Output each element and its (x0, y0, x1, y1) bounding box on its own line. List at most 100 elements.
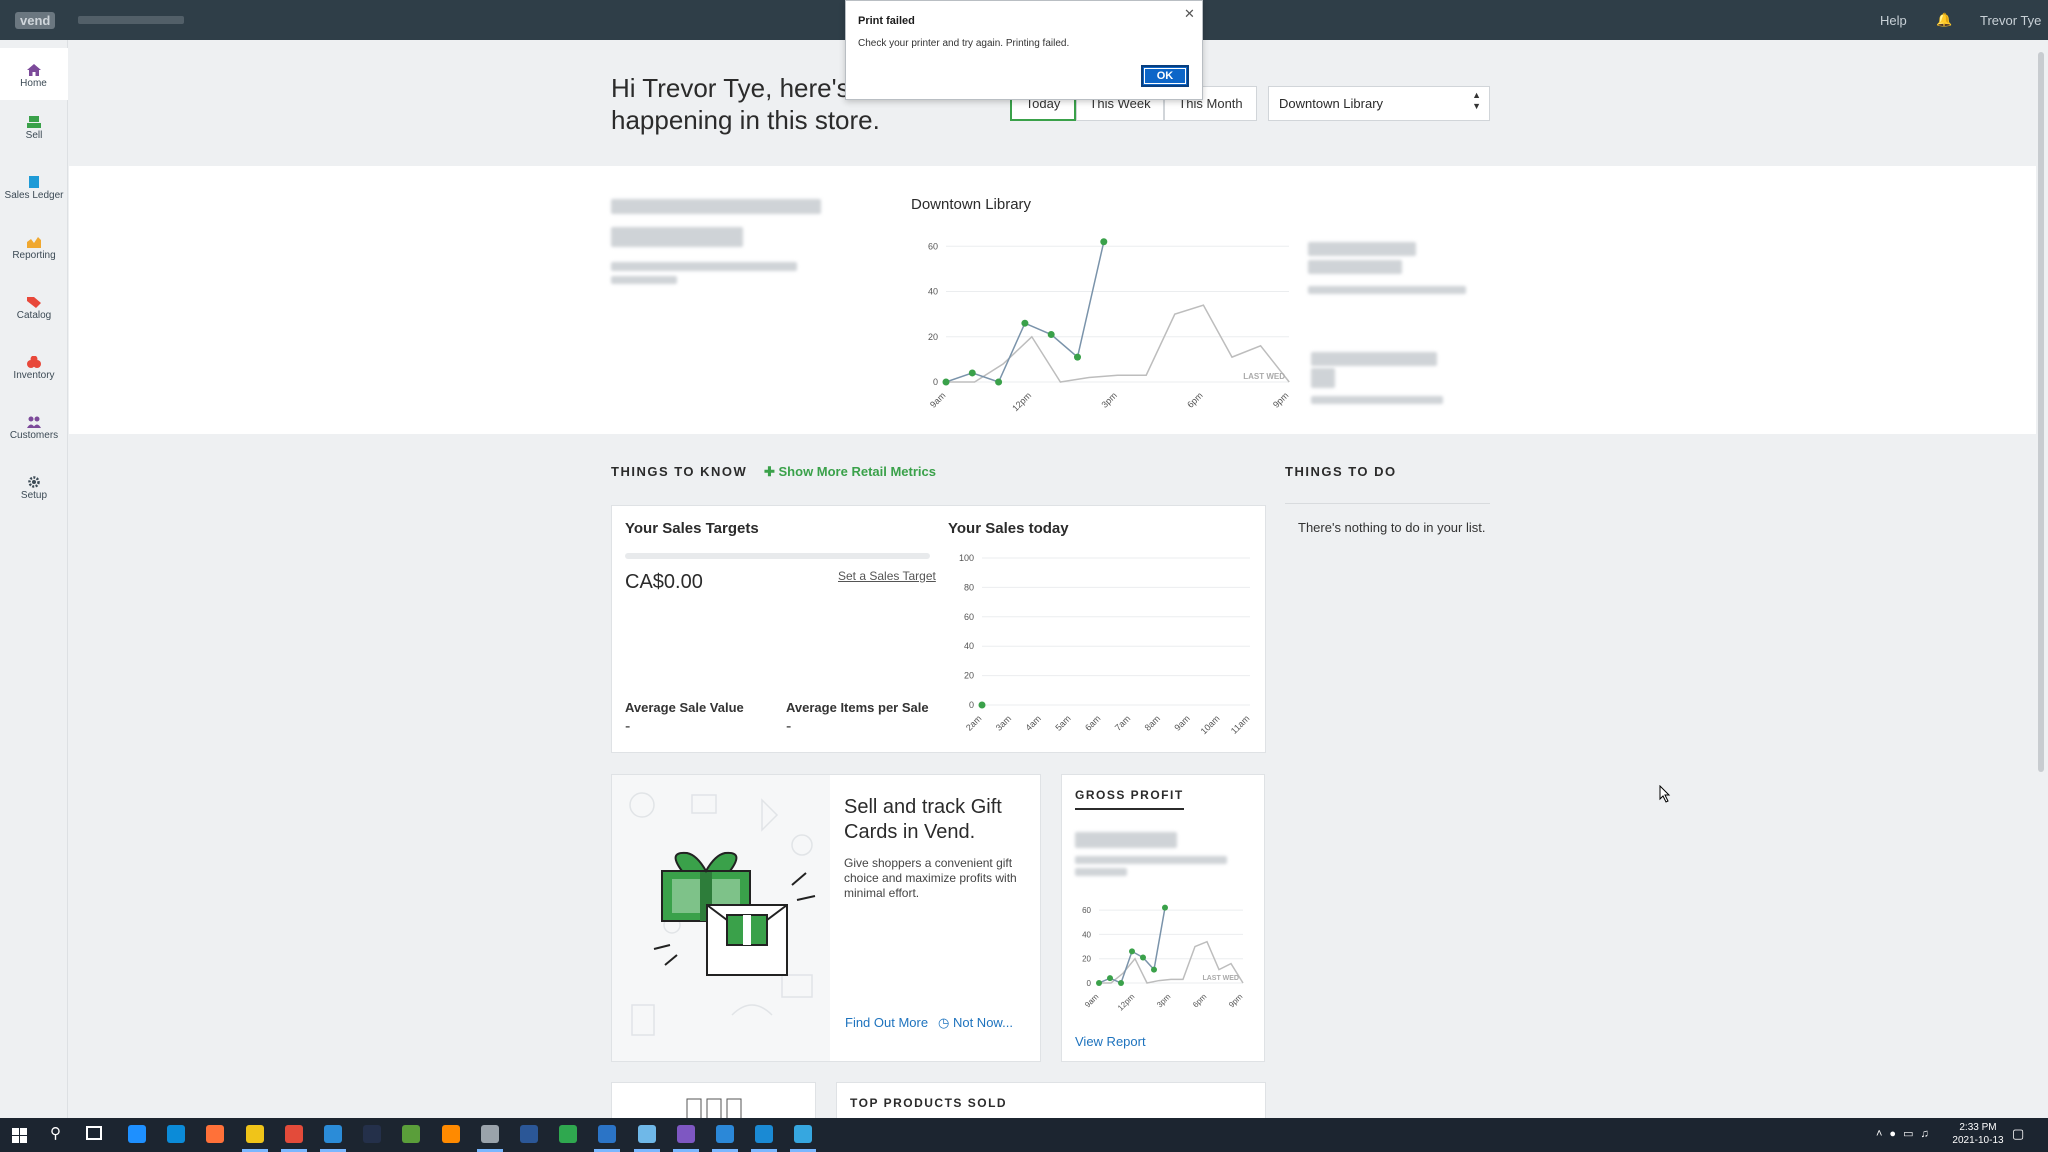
redacted-text (611, 199, 821, 214)
sidebar-item-setup[interactable]: Setup (0, 476, 68, 501)
set-sales-target-link[interactable]: Set a Sales Target (838, 569, 936, 583)
promo-card (611, 1082, 816, 1122)
windows-start-icon[interactable] (12, 1128, 28, 1144)
reporting-icon (27, 237, 41, 248)
doodle-background (612, 775, 830, 1061)
avg-items-label: Average Items per Sale (786, 700, 929, 715)
redacted-store-name (78, 16, 184, 24)
sidebar-item-label: Customers (9, 430, 59, 441)
app-icon[interactable] (402, 1125, 421, 1143)
redacted-text (1311, 368, 1335, 388)
avg-sale-value: - (625, 718, 631, 735)
x-tick-label: 8am (1143, 713, 1162, 732)
ok-button[interactable]: OK (1141, 65, 1189, 87)
app-icon[interactable] (598, 1125, 617, 1143)
task-view-icon[interactable] (86, 1126, 102, 1140)
chat-icon[interactable] (559, 1125, 578, 1143)
terminal-icon[interactable] (363, 1125, 382, 1143)
x-tick-label: 9am (1172, 713, 1191, 732)
sidebar-item-sell[interactable]: Sell (0, 116, 68, 141)
gift-card-description: Give shoppers a convenient gift choice a… (844, 856, 1017, 900)
todo-empty-message: There's nothing to do in your list. (1298, 520, 1486, 535)
sidebar-item-home[interactable]: Home (0, 48, 68, 100)
system-tray[interactable]: ˄●▭♫ (1876, 1127, 1936, 1140)
chart-title: Downtown Library (911, 196, 1032, 213)
view-report-link[interactable]: View Report (1075, 1034, 1146, 1049)
firefox-icon[interactable] (206, 1125, 225, 1143)
data-point (1021, 319, 1029, 327)
y-tick-label: 100 (959, 553, 974, 563)
clock-date: 2021-10-13 (1952, 1135, 2004, 1146)
sales-today-title: Your Sales today (948, 520, 1069, 537)
sidebar-item-label: Home (20, 78, 47, 89)
not-now-label: Not Now... (952, 1015, 1013, 1030)
series-line-current (945, 241, 1105, 383)
mail-icon[interactable] (716, 1125, 734, 1143)
x-tick-label: 12pm (1010, 390, 1033, 413)
x-tick-label: 11am (1229, 713, 1252, 736)
file-explorer-icon[interactable] (245, 1125, 264, 1143)
notification-icon[interactable]: ▢ (2012, 1126, 2024, 1142)
annotation-label: LAST WED (1243, 372, 1285, 381)
x-tick-label: 9pm (1227, 992, 1245, 1010)
bell-icon[interactable]: 🔔 (1936, 12, 1952, 28)
vscode-icon[interactable] (755, 1125, 774, 1143)
x-tick-label: 9am (928, 390, 947, 409)
print-failed-dialog: Print failed ✕ Check your printer and tr… (845, 0, 1203, 100)
y-tick-label: 0 (969, 700, 974, 710)
redacted-text (1075, 832, 1177, 848)
y-tick-label: 80 (964, 582, 974, 592)
x-tick-label: 7am (1113, 713, 1132, 732)
data-point (995, 378, 1003, 386)
x-tick-label: 2am (964, 713, 983, 732)
data-point (1162, 904, 1168, 911)
app-icon[interactable] (520, 1125, 538, 1143)
sidebar-item-sales-ledger[interactable]: Sales Ledger (0, 176, 68, 201)
app-icon[interactable] (637, 1125, 656, 1143)
sidebar-item-catalog[interactable]: Catalog (0, 296, 68, 321)
redacted-text (611, 227, 743, 247)
user-menu[interactable]: Trevor Tye (1980, 13, 2041, 28)
edge-icon[interactable] (167, 1125, 186, 1143)
dialog-title: Print failed (858, 15, 915, 27)
search-icon[interactable]: ⚲ (50, 1124, 61, 1142)
sublime-icon[interactable] (441, 1125, 460, 1143)
sidebar-item-reporting[interactable]: Reporting (0, 236, 68, 261)
inventory-icon (27, 356, 41, 368)
data-point (1096, 980, 1102, 986)
divider (1285, 503, 1490, 504)
sidebar-item-customers[interactable]: Customers (0, 416, 68, 441)
x-tick-label: 9pm (1271, 390, 1290, 409)
scrollbar-thumb[interactable] (2038, 52, 2044, 772)
not-now-link[interactable]: ◷ Not Now... (938, 1015, 1013, 1031)
data-point (978, 701, 986, 709)
chrome-icon[interactable] (284, 1125, 303, 1143)
vend-logo[interactable]: vend (15, 12, 56, 29)
ie-icon[interactable] (128, 1125, 146, 1143)
store-icon[interactable] (324, 1125, 342, 1143)
help-link[interactable]: Help (1880, 13, 1907, 28)
tool-icon[interactable] (480, 1125, 499, 1143)
visual-studio-icon[interactable] (676, 1125, 695, 1143)
top-products-title: TOP PRODUCTS SOLD (850, 1096, 1008, 1110)
close-icon[interactable]: ✕ (1184, 6, 1195, 22)
edge-icon[interactable] (794, 1125, 813, 1143)
x-tick-label: 6pm (1191, 992, 1209, 1010)
store-select[interactable]: Downtown Library ▲ ▼ (1268, 86, 1490, 121)
sidebar-item-inventory[interactable]: Inventory (0, 356, 68, 381)
find-out-more-link[interactable]: Find Out More (845, 1015, 928, 1030)
sidebar-item-label: Sell (25, 130, 43, 141)
show-more-metrics-link[interactable]: ✚ Show More Retail Metrics (764, 464, 936, 480)
sidebar-item-label: Catalog (16, 310, 52, 321)
y-tick-label: 0 (1087, 979, 1092, 988)
redacted-text (1311, 396, 1443, 404)
x-tick-label: 12pm (1116, 992, 1137, 1013)
target-progress-bar (625, 553, 930, 559)
things-to-do-title: THINGS TO DO (1285, 464, 1397, 479)
x-tick-label: 6pm (1185, 390, 1204, 409)
sell-icon (27, 116, 41, 128)
sidebar: Home Sell Sales Ledger Reporting Catalog… (0, 40, 68, 1118)
sidebar-item-label: Reporting (12, 250, 56, 261)
taskbar-clock[interactable]: 2:33 PM 2021-10-13 (1950, 1121, 2006, 1147)
redacted-text (1308, 242, 1416, 256)
